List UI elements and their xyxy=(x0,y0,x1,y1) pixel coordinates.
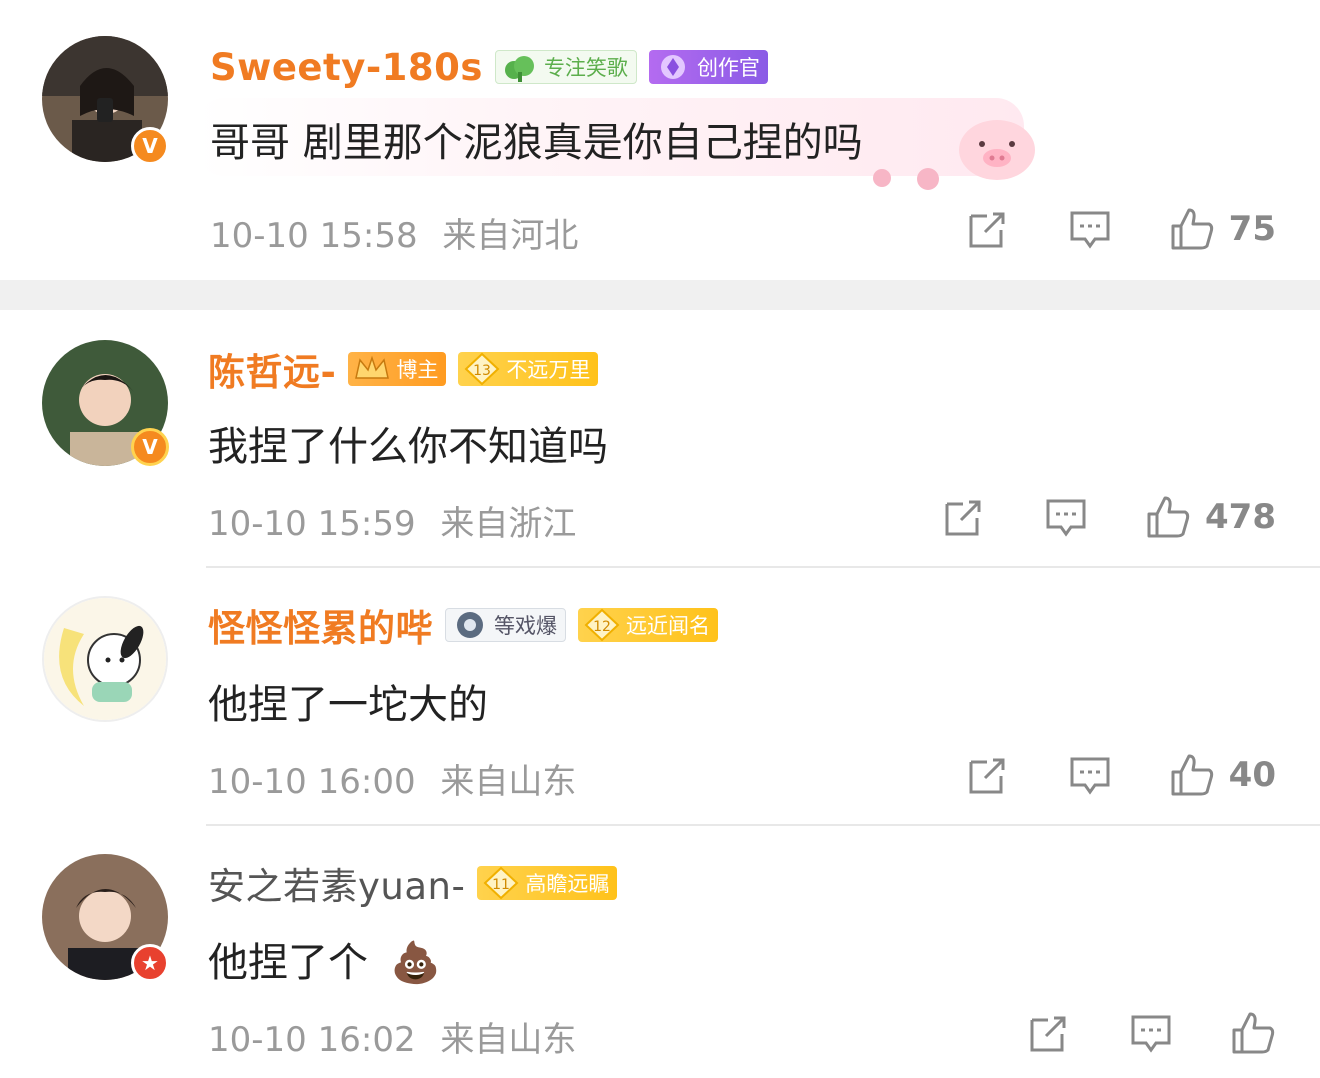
comment-text: 我捏了什么你不知道吗 xyxy=(208,424,608,470)
comment-item: V Sweety-180s 专注笑歌 创作官 哥哥 剧里那个泥狼真是你自己捏的吗 xyxy=(0,0,1320,280)
share-icon[interactable] xyxy=(965,752,1011,798)
poop-emoji-icon: 💩 xyxy=(390,940,441,986)
like-icon[interactable] xyxy=(1169,206,1215,252)
verified-badge-icon: V xyxy=(131,428,169,466)
fan-tag[interactable]: 等戏爆 xyxy=(445,608,566,642)
reply-icon[interactable] xyxy=(1067,752,1113,798)
comment-meta: 10-10 15:58 来自河北 xyxy=(210,208,578,257)
location: 来自河北 xyxy=(442,216,579,256)
level-13-icon: 13 xyxy=(462,352,502,386)
timestamp: 10-10 15:59 xyxy=(208,504,416,544)
flower-icon xyxy=(450,608,490,642)
like-icon[interactable] xyxy=(1169,752,1215,798)
fan-tag[interactable]: 专注笑歌 xyxy=(494,50,637,84)
pig-sticker-icon xyxy=(952,110,1042,194)
timestamp: 10-10 15:58 xyxy=(210,216,418,256)
comment-item: V 陈哲远- 博主 13 不远万里 我捏了什么你不知道吗 10-10 15:59… xyxy=(0,310,1320,566)
level-11-icon: 11 xyxy=(481,866,521,900)
section-divider xyxy=(0,280,1320,310)
blogger-tag[interactable]: 博主 xyxy=(348,352,447,386)
comment-item: ★ 安之若素yuan- 11 高瞻远瞩 他捏了个 💩 10-10 16:02 来… xyxy=(0,826,1320,1078)
username[interactable]: 怪怪怪累的哔 xyxy=(208,598,433,652)
timestamp: 10-10 16:02 xyxy=(208,1020,416,1060)
timestamp: 10-10 16:00 xyxy=(208,762,416,802)
like-icon[interactable] xyxy=(1145,494,1191,540)
share-icon[interactable] xyxy=(1026,1010,1072,1056)
like-icon[interactable] xyxy=(1230,1010,1276,1056)
tag-label: 高瞻远瞩 xyxy=(525,872,610,896)
tag-label: 创作官 xyxy=(696,56,760,80)
level-12-icon: 12 xyxy=(582,608,622,642)
share-icon[interactable] xyxy=(941,494,987,540)
location: 来自山东 xyxy=(440,1020,577,1060)
verified-badge-icon: V xyxy=(131,127,169,165)
reply-icon[interactable] xyxy=(1043,494,1089,540)
comment-meta: 10-10 16:02 来自山东 xyxy=(208,1012,576,1061)
location: 来自浙江 xyxy=(440,504,577,544)
username[interactable]: 陈哲远- xyxy=(208,342,336,396)
like-count: 75 xyxy=(1228,209,1276,249)
comment-text-body: 他捏了个 xyxy=(208,940,368,986)
comment-text: 他捏了个 💩 xyxy=(208,930,441,988)
username[interactable]: 安之若素yuan- xyxy=(208,856,465,910)
tag-label: 远近闻名 xyxy=(626,614,710,638)
like-count: 40 xyxy=(1228,755,1276,795)
flower-decoration-icon xyxy=(868,166,948,192)
tag-label: 等戏爆 xyxy=(494,614,557,638)
reply-icon[interactable] xyxy=(1128,1010,1174,1056)
comment-text: 他捏了一坨大的 xyxy=(208,682,488,728)
star-badge-icon: ★ xyxy=(131,944,169,982)
leaf-icon xyxy=(500,50,540,84)
comment-item: 怪怪怪累的哔 等戏爆 12 远近闻名 他捏了一坨大的 10-10 16:00 来… xyxy=(0,568,1320,824)
creator-tag[interactable]: 创作官 xyxy=(648,50,768,84)
location: 来自山东 xyxy=(440,762,577,802)
reply-icon[interactable] xyxy=(1067,206,1113,252)
avatar[interactable] xyxy=(42,596,168,722)
creator-icon xyxy=(653,50,693,84)
like-count: 478 xyxy=(1205,497,1276,537)
level-tag[interactable]: 11 高瞻远瞩 xyxy=(477,866,618,900)
username[interactable]: Sweety-180s xyxy=(210,46,483,89)
comment-text: 哥哥 剧里那个泥狼真是你自己捏的吗 xyxy=(210,120,863,166)
svg-text:12: 12 xyxy=(593,619,611,635)
tag-label: 不远万里 xyxy=(506,358,591,382)
comment-meta: 10-10 16:00 来自山东 xyxy=(208,754,576,803)
crown-icon xyxy=(352,352,392,386)
comment-meta: 10-10 15:59 来自浙江 xyxy=(208,496,576,545)
level-tag[interactable]: 13 不远万里 xyxy=(458,352,599,386)
level-tag[interactable]: 12 远近闻名 xyxy=(578,608,718,642)
share-icon[interactable] xyxy=(965,206,1011,252)
svg-text:13: 13 xyxy=(473,363,491,379)
svg-text:11: 11 xyxy=(492,877,510,893)
tag-label: 博主 xyxy=(396,358,439,382)
tag-label: 专注笑歌 xyxy=(543,56,628,80)
